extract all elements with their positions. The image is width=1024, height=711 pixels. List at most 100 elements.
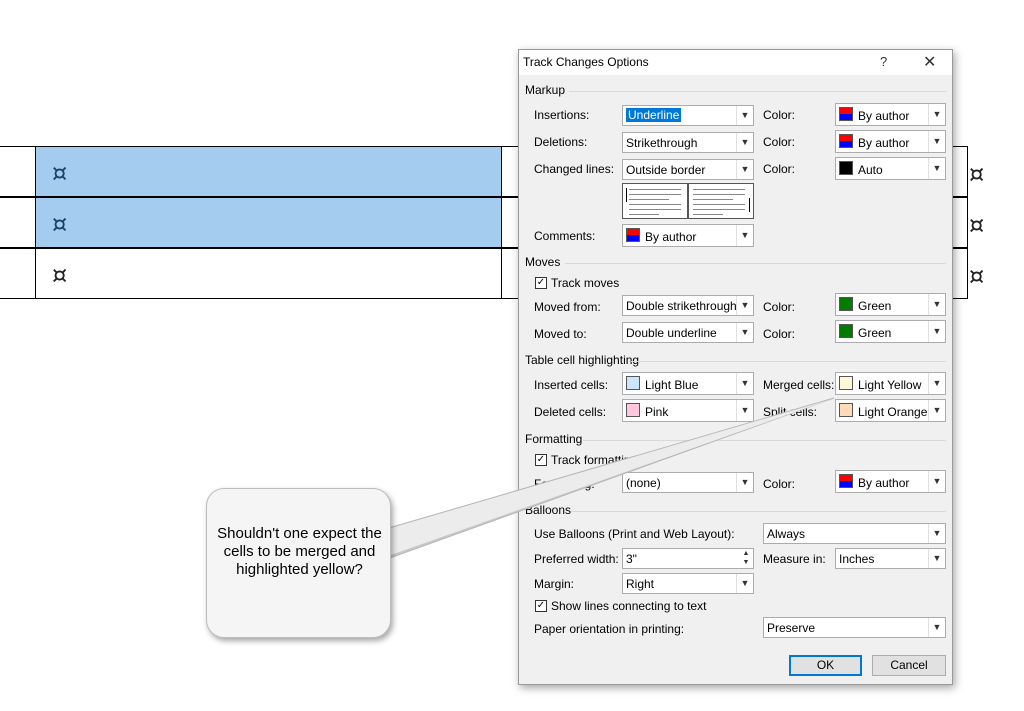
- end-of-row-mark: ¤: [969, 160, 985, 188]
- paper-orientation-label: Paper orientation in printing:: [534, 622, 685, 636]
- measure-in-label: Measure in:: [763, 552, 826, 566]
- deletions-color-label: Color:: [763, 135, 796, 149]
- split-cells-value: Light Orange: [858, 405, 928, 419]
- changed-lines-value: Outside border: [626, 163, 706, 177]
- changed-lines-preview: [622, 183, 754, 219]
- track-moves-label: Track moves: [551, 276, 620, 290]
- moved-from-color-value: Green: [858, 299, 892, 313]
- insertions-value: Underline: [626, 108, 682, 122]
- measure-in-select[interactable]: Inches ▼: [835, 548, 946, 569]
- chevron-down-icon: ▼: [736, 473, 753, 492]
- table-cell-highlighted[interactable]: ¤: [36, 146, 502, 197]
- show-lines-checkbox[interactable]: ✓: [535, 600, 547, 612]
- color-swatch: [626, 228, 640, 242]
- ok-button[interactable]: OK: [789, 655, 862, 676]
- divider: [631, 361, 946, 362]
- chevron-down-icon: ▼: [736, 133, 753, 152]
- chevron-down-icon: ▼: [928, 471, 945, 492]
- split-cells-select[interactable]: Light Orange ▼: [835, 399, 946, 422]
- changed-lines-label: Changed lines:: [534, 162, 615, 176]
- color-swatch: [626, 403, 640, 417]
- dialog-title: Track Changes Options: [523, 55, 649, 69]
- chevron-down-icon: ▼: [736, 225, 753, 246]
- end-of-row-mark: ¤: [969, 262, 985, 290]
- divider: [583, 440, 946, 441]
- use-balloons-select[interactable]: Always ▼: [763, 523, 946, 544]
- moved-from-select[interactable]: Double strikethrough ▼: [622, 295, 754, 316]
- section-balloons: Balloons: [525, 503, 572, 517]
- deletions-label: Deletions:: [534, 135, 588, 149]
- moved-from-color-select[interactable]: Green ▼: [835, 293, 946, 316]
- margin-select[interactable]: Right ▼: [622, 573, 754, 594]
- cancel-button[interactable]: Cancel: [872, 655, 946, 676]
- insertions-color-value: By author: [858, 109, 910, 123]
- color-swatch: [839, 403, 853, 417]
- help-icon[interactable]: ?: [880, 54, 887, 69]
- color-swatch: [839, 134, 853, 148]
- inserted-cells-select[interactable]: Light Blue ▼: [622, 372, 754, 395]
- end-of-row-mark: ¤: [969, 211, 985, 239]
- moved-to-color-select[interactable]: Green ▼: [835, 320, 946, 343]
- deletions-select[interactable]: Strikethrough ▼: [622, 132, 754, 153]
- table-cell[interactable]: [0, 146, 36, 197]
- split-cells-label: Split cells:: [763, 405, 818, 419]
- track-changes-options-dialog: Track Changes Options ? ✕ Markup Inserti…: [518, 49, 953, 685]
- table-cell[interactable]: [0, 197, 36, 248]
- table-cell[interactable]: ¤: [36, 248, 502, 299]
- changed-lines-color-value: Auto: [858, 163, 883, 177]
- measure-in-value: Inches: [839, 552, 875, 566]
- end-of-cell-mark: ¤: [52, 261, 68, 289]
- inserted-cells-label: Inserted cells:: [534, 378, 609, 392]
- deleted-cells-select[interactable]: Pink ▼: [622, 399, 754, 422]
- divider: [571, 511, 946, 512]
- color-swatch: [839, 107, 853, 121]
- use-balloons-label: Use Balloons (Print and Web Layout):: [534, 527, 735, 541]
- formatting-label: Formatting:: [534, 477, 595, 491]
- comments-label: Comments:: [534, 229, 596, 243]
- paper-orientation-select[interactable]: Preserve ▼: [763, 617, 946, 638]
- divider: [569, 91, 946, 92]
- comments-color-select[interactable]: By author ▼: [622, 224, 754, 247]
- section-markup: Markup: [525, 83, 566, 97]
- chevron-down-icon: ▼: [736, 160, 753, 179]
- formatting-value: (none): [626, 476, 661, 490]
- changed-lines-select[interactable]: Outside border ▼: [622, 159, 754, 180]
- insertions-select[interactable]: Underline ▼: [622, 105, 754, 126]
- end-of-cell-mark: ¤: [52, 210, 68, 238]
- moved-to-label: Moved to:: [534, 327, 587, 341]
- chevron-down-icon: ▼: [736, 400, 753, 421]
- table-cell[interactable]: [0, 248, 36, 299]
- table-cell-highlighted[interactable]: ¤: [36, 197, 502, 248]
- moved-to-color-label: Color:: [763, 327, 796, 341]
- formatting-color-value: By author: [858, 476, 910, 490]
- merged-cells-select[interactable]: Light Yellow ▼: [835, 372, 946, 395]
- changed-lines-color-select[interactable]: Auto ▼: [835, 157, 946, 180]
- track-formatting-label: Track formatting: [551, 453, 638, 467]
- chevron-down-icon: ▼: [736, 373, 753, 394]
- chevron-down-icon: ▼: [928, 618, 945, 637]
- color-swatch: [839, 376, 853, 390]
- formatting-color-select[interactable]: By author ▼: [835, 470, 946, 493]
- chevron-down-icon: ▼: [928, 131, 945, 152]
- formatting-select[interactable]: (none) ▼: [622, 472, 754, 493]
- show-lines-label: Show lines connecting to text: [551, 599, 707, 613]
- chevron-down-icon: ▼: [928, 294, 945, 315]
- dialog-titlebar[interactable]: Track Changes Options ? ✕: [519, 50, 952, 75]
- margin-value: Right: [626, 577, 655, 591]
- preferred-width-spinner[interactable]: 3" ▲ ▼: [622, 548, 754, 569]
- close-icon[interactable]: ✕: [923, 52, 936, 72]
- spinner-arrows-icon[interactable]: ▲ ▼: [739, 549, 753, 568]
- merged-cells-value: Light Yellow: [858, 378, 922, 392]
- insertions-color-select[interactable]: By author ▼: [835, 103, 946, 126]
- callout-bubble: Shouldn't one expect the cells to be mer…: [206, 488, 391, 638]
- track-formatting-checkbox[interactable]: ✓: [535, 454, 547, 466]
- moved-from-label: Moved from:: [534, 300, 601, 314]
- section-moves: Moves: [525, 255, 561, 269]
- color-swatch: [839, 297, 853, 311]
- chevron-down-icon: ▼: [928, 549, 945, 568]
- track-moves-checkbox[interactable]: ✓: [535, 277, 547, 289]
- deletions-color-select[interactable]: By author ▼: [835, 130, 946, 153]
- moved-to-select[interactable]: Double underline ▼: [622, 322, 754, 343]
- comments-color-value: By author: [645, 230, 697, 244]
- use-balloons-value: Always: [767, 527, 806, 541]
